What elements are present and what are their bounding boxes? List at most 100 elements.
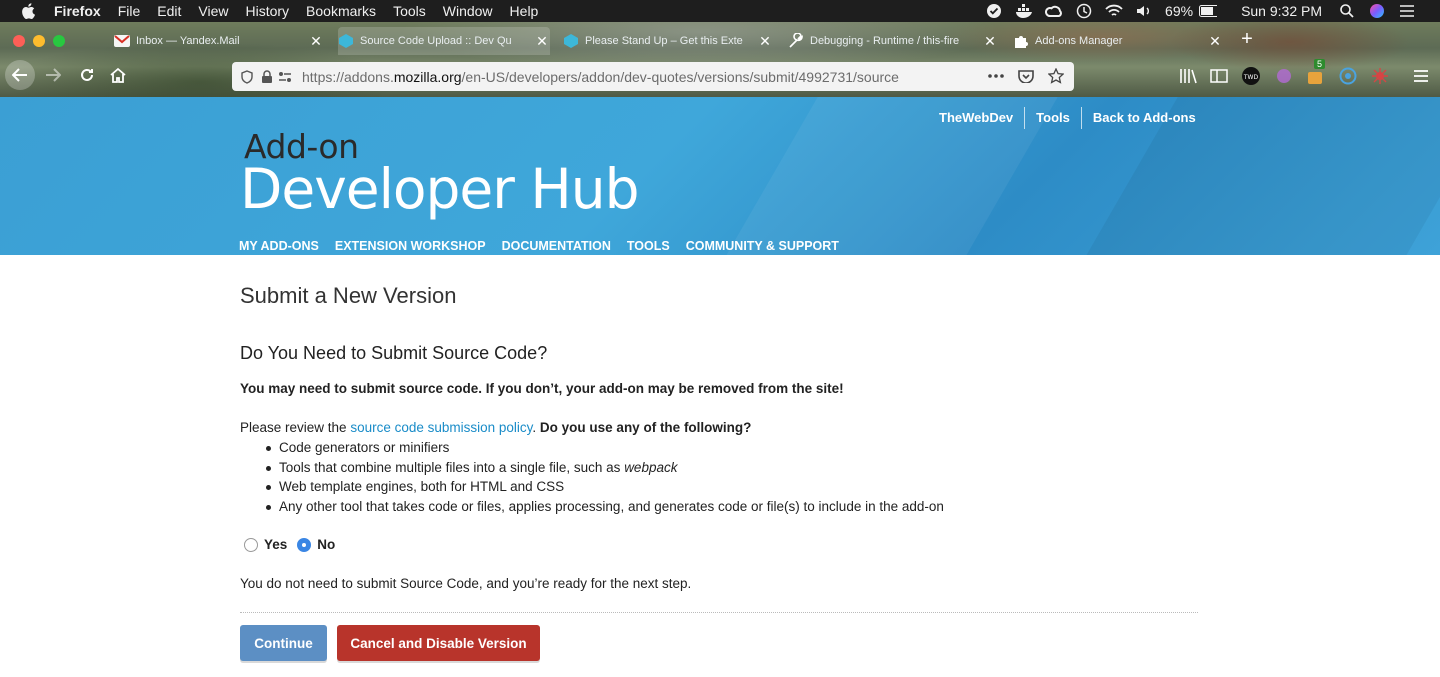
review-question: Do you use any of the following?: [539, 420, 752, 435]
volume-icon[interactable]: [1135, 3, 1153, 19]
status-note: You do not need to submit Source Code, a…: [240, 576, 692, 591]
hub-nav: MY ADD-ONS EXTENSION WORKSHOP DOCUMENTAT…: [239, 239, 855, 253]
tools-link[interactable]: Tools: [1024, 107, 1081, 129]
mozilla-addons-icon: [563, 33, 579, 49]
new-tab-button[interactable]: +: [1238, 29, 1256, 49]
list-item: Web template engines, both for HTML and …: [266, 477, 944, 497]
permissions-icon[interactable]: [276, 68, 294, 86]
menu-edit[interactable]: Edit: [157, 0, 181, 22]
tab-please-stand-up[interactable]: Please Stand Up – Get this Exte ✕: [563, 27, 773, 55]
radio-no-label[interactable]: No: [317, 537, 335, 552]
clock[interactable]: Sun 9:32 PM: [1241, 3, 1322, 19]
tracking-protection-shield-icon[interactable]: [238, 68, 256, 86]
time-machine-icon[interactable]: [1075, 3, 1093, 19]
continue-button[interactable]: Continue: [240, 625, 327, 661]
nav-my-addons[interactable]: MY ADD-ONS: [239, 239, 319, 253]
page-actions-more-icon[interactable]: [986, 67, 1006, 85]
section-heading: Do You Need to Submit Source Code?: [240, 343, 548, 363]
tab-addons-manager[interactable]: Add-ons Manager ✕: [1013, 27, 1223, 55]
radio-yes[interactable]: [244, 537, 258, 552]
badge-extension-icon[interactable]: 5: [1306, 59, 1328, 87]
review-suffix: .: [532, 420, 540, 435]
tab-close-icon[interactable]: ✕: [308, 33, 324, 49]
forward-button[interactable]: [40, 62, 66, 88]
header-top-links: TheWebDev Tools Back to Add-ons: [928, 107, 1207, 129]
cancel-disable-version-button[interactable]: Cancel and Disable Version: [337, 625, 540, 661]
nav-tools[interactable]: TOOLS: [627, 239, 670, 253]
docker-icon[interactable]: [1015, 3, 1033, 19]
bookmark-star-icon[interactable]: [1046, 67, 1066, 85]
close-window-button[interactable]: [13, 35, 25, 47]
url-bar[interactable]: https://addons.mozilla.org/en-US/develop…: [232, 62, 1074, 91]
menu-app-name[interactable]: Firefox: [54, 0, 101, 22]
nav-documentation[interactable]: DOCUMENTATION: [502, 239, 611, 253]
extension-badge: 5: [1314, 59, 1326, 69]
nav-extension-workshop[interactable]: EXTENSION WORKSHOP: [335, 239, 486, 253]
reload-button[interactable]: [74, 62, 100, 88]
battery-percent: 69%: [1165, 3, 1194, 19]
menu-window[interactable]: Window: [443, 0, 493, 22]
tab-close-icon[interactable]: ✕: [982, 33, 998, 49]
tab-label: Source Code Upload :: Dev Qu: [360, 35, 512, 47]
gmail-icon: [114, 33, 130, 49]
lock-icon[interactable]: [258, 68, 276, 86]
extension-icon[interactable]: [1273, 65, 1295, 87]
virus-extension-icon[interactable]: [1369, 65, 1391, 87]
menu-list-icon[interactable]: [1398, 3, 1416, 19]
tab-debugging[interactable]: Debugging - Runtime / this-fire ✕: [788, 27, 998, 55]
menu-file[interactable]: File: [118, 0, 141, 22]
macos-menubar: Firefox File Edit View History Bookmarks…: [0, 0, 1440, 22]
radio-yes-label[interactable]: Yes: [264, 537, 287, 552]
menu-history[interactable]: History: [245, 0, 289, 22]
review-paragraph: Please review the source code submission…: [240, 420, 751, 435]
tab-close-icon[interactable]: ✕: [534, 33, 550, 49]
tool-list: Code generators or minifiers Tools that …: [266, 438, 944, 516]
user-link[interactable]: TheWebDev: [928, 107, 1024, 129]
back-to-addons-link[interactable]: Back to Add-ons: [1080, 107, 1207, 129]
tab-yandex-mail[interactable]: Inbox — Yandex.Mail ✕: [114, 27, 324, 55]
tab-source-code-upload[interactable]: Source Code Upload :: Dev Qu ✕: [338, 27, 550, 55]
reader-sidebar-icon[interactable]: [1208, 65, 1230, 87]
spotlight-icon[interactable]: [1338, 3, 1356, 19]
tab-label: Inbox — Yandex.Mail: [136, 35, 240, 47]
tab-label: Add-ons Manager: [1035, 35, 1123, 47]
hamburger-menu-icon[interactable]: [1410, 65, 1432, 87]
nav-community-support[interactable]: COMMUNITY & SUPPORT: [686, 239, 839, 253]
mozilla-addons-icon: [338, 33, 354, 49]
warning-text: You may need to submit source code. If y…: [240, 381, 844, 396]
url-text[interactable]: https://addons.mozilla.org/en-US/develop…: [302, 69, 899, 85]
review-prefix: Please review the: [240, 420, 351, 435]
menu-tools[interactable]: Tools: [393, 0, 426, 22]
list-item: Tools that combine multiple files into a…: [266, 458, 944, 478]
radio-no[interactable]: [297, 537, 312, 552]
battery-icon[interactable]: [1199, 3, 1218, 19]
divider: [240, 612, 1198, 613]
page-title: Submit a New Version: [240, 283, 457, 308]
back-button[interactable]: [5, 60, 35, 90]
pocket-icon[interactable]: [1016, 67, 1036, 85]
globe-extension-icon[interactable]: [1337, 65, 1359, 87]
home-button[interactable]: [105, 62, 131, 88]
policy-link[interactable]: source code submission policy: [350, 420, 532, 435]
zoom-window-button[interactable]: [53, 35, 65, 47]
menu-help[interactable]: Help: [510, 0, 539, 22]
lastpass-icon[interactable]: [985, 3, 1003, 19]
menu-view[interactable]: View: [198, 0, 228, 22]
wrench-icon: [788, 33, 804, 49]
svg-text:TWD: TWD: [1243, 74, 1259, 81]
menu-bookmarks[interactable]: Bookmarks: [306, 0, 376, 22]
library-icon[interactable]: [1177, 65, 1199, 87]
apple-icon[interactable]: [19, 0, 37, 22]
wifi-icon[interactable]: [1105, 3, 1123, 19]
source-code-radio-group: Yes No: [244, 537, 335, 552]
list-item: Any other tool that takes code or files,…: [266, 497, 944, 517]
browser-chrome: Inbox — Yandex.Mail ✕ Source Code Upload…: [0, 22, 1440, 97]
creative-cloud-icon[interactable]: [1045, 3, 1063, 19]
hub-title-large[interactable]: Developer Hub: [240, 157, 639, 221]
minimize-window-button[interactable]: [33, 35, 45, 47]
siri-icon[interactable]: [1368, 3, 1386, 19]
twd-extension-icon[interactable]: TWD: [1240, 65, 1262, 87]
puzzle-icon: [1013, 33, 1029, 49]
tab-close-icon[interactable]: ✕: [1207, 33, 1223, 49]
tab-close-icon[interactable]: ✕: [757, 33, 773, 49]
